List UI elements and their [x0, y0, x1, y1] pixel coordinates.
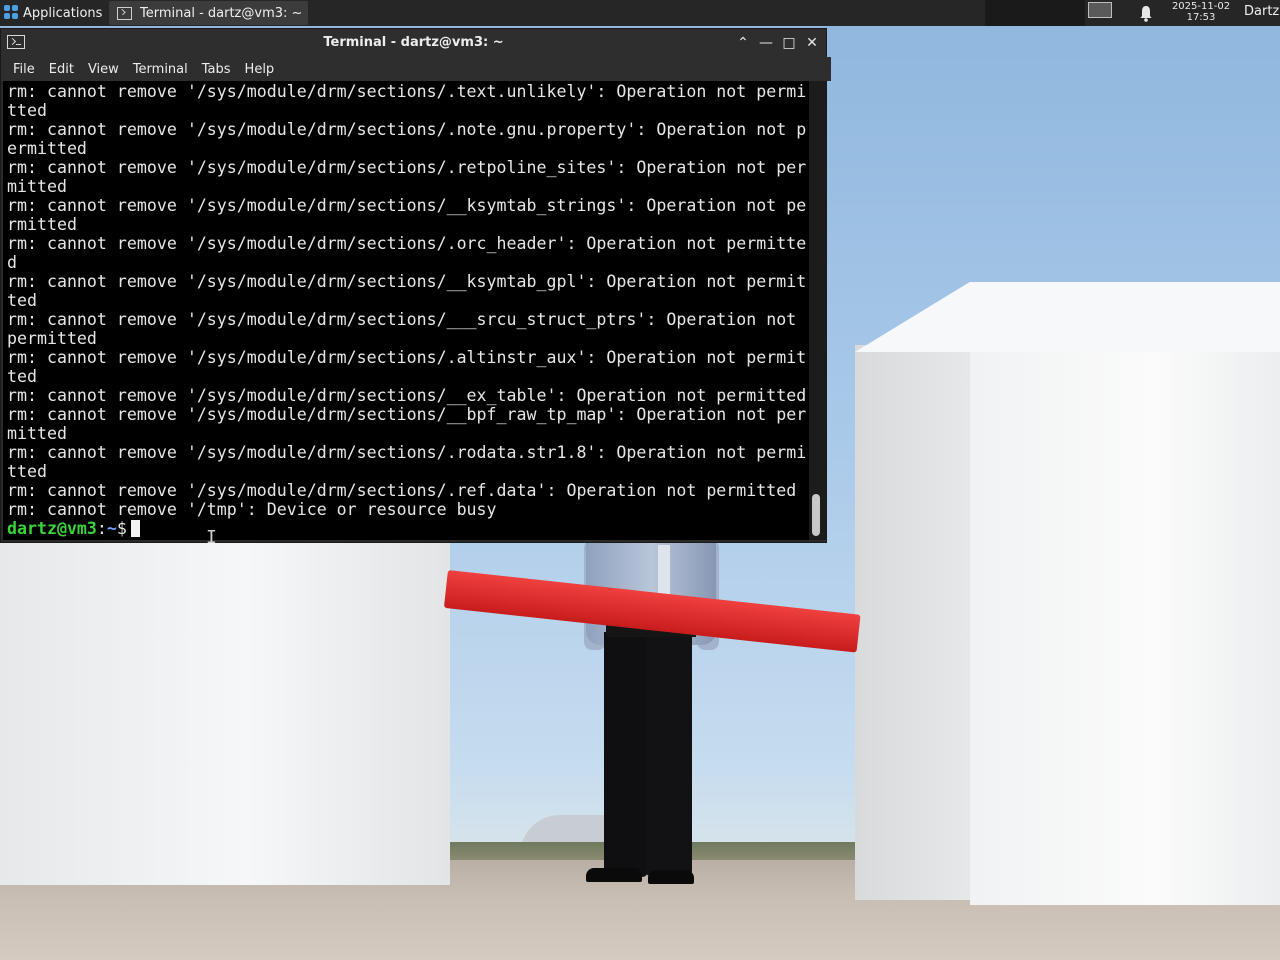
taskbar-terminal-button[interactable]: Terminal - dartz@vm3: ~ — [109, 1, 308, 25]
terminal-output-area[interactable]: rm: cannot remove '/sys/module/drm/secti… — [3, 81, 809, 540]
terminal-line: rm: cannot remove '/sys/module/drm/secti… — [7, 386, 807, 405]
mouse-ibeam-cursor-icon: I — [206, 529, 217, 547]
terminal-line: mitted — [7, 177, 67, 196]
notification-bell-icon[interactable] — [1138, 3, 1154, 23]
applications-label: Applications — [23, 5, 103, 21]
terminal-icon — [117, 6, 132, 20]
taskbar-terminal-label: Terminal - dartz@vm3: ~ — [140, 5, 303, 21]
minimize-button[interactable]: — — [756, 33, 776, 53]
panel-empty-area — [985, 0, 1085, 26]
menu-tabs[interactable]: Tabs — [195, 62, 238, 77]
workspace-switcher[interactable] — [1088, 2, 1112, 18]
window-titlebar[interactable]: Terminal - dartz@vm3: ~ ⌃ — □ ✕ — [1, 29, 826, 57]
wallpaper-man-leg-right — [646, 632, 692, 877]
menu-edit[interactable]: Edit — [42, 62, 81, 77]
terminal-line: tted — [7, 462, 47, 481]
terminal-window[interactable]: Terminal - dartz@vm3: ~ ⌃ — □ ✕ File Edi… — [0, 28, 831, 547]
terminal-line: rm: cannot remove '/sys/module/drm/secti… — [7, 310, 797, 329]
clock-time: 17:53 — [1186, 12, 1216, 23]
top-panel: Applications ⋮ Terminal - dartz@vm3: ~ 2… — [0, 0, 1280, 26]
wallpaper-right-block-side — [855, 345, 975, 900]
terminal-line: rm: cannot remove '/sys/module/drm/secti… — [7, 158, 807, 177]
menu-help[interactable]: Help — [238, 62, 282, 77]
prompt-separator: : — [96, 519, 107, 538]
terminal-line: rm: cannot remove '/sys/module/drm/secti… — [7, 234, 807, 253]
terminal-line: ted — [7, 291, 37, 310]
wallpaper-man-leg-left — [604, 632, 648, 877]
terminal-line: rm: cannot remove '/sys/module/drm/secti… — [7, 82, 807, 101]
roll-up-button[interactable]: ⌃ — [733, 33, 753, 53]
wallpaper-right-block-front — [970, 285, 1280, 905]
text-cursor — [130, 520, 140, 537]
terminal-line: rm: cannot remove '/sys/module/drm/secti… — [7, 443, 807, 462]
terminal-line: rm: cannot remove '/sys/module/drm/secti… — [7, 196, 807, 215]
terminal-line: rm: cannot remove '/tmp': Device or reso… — [7, 500, 497, 519]
menu-terminal[interactable]: Terminal — [126, 62, 195, 77]
applications-menu-button[interactable]: Applications ⋮ — [0, 0, 121, 26]
close-button[interactable]: ✕ — [802, 33, 822, 53]
terminal-line: rmitted — [7, 215, 77, 234]
maximize-button[interactable]: □ — [779, 33, 799, 53]
terminal-line: permitted — [7, 329, 97, 348]
terminal-line: mitted — [7, 424, 67, 443]
terminal-line: rm: cannot remove '/sys/module/drm/secti… — [7, 405, 807, 424]
applications-icon — [4, 5, 20, 21]
menu-view[interactable]: View — [81, 62, 126, 77]
prompt-symbol: $ — [116, 519, 127, 538]
terminal-line: ted — [7, 367, 37, 386]
panel-clock[interactable]: 2025-11-02 17:53 — [1166, 1, 1236, 23]
terminal-line: rm: cannot remove '/sys/module/drm/secti… — [7, 272, 807, 291]
window-title: Terminal - dartz@vm3: ~ — [323, 35, 504, 50]
terminal-line: rm: cannot remove '/sys/module/drm/secti… — [7, 120, 807, 139]
terminal-scrollbar[interactable] — [809, 81, 826, 540]
menu-file[interactable]: File — [6, 62, 42, 77]
wallpaper-man-shoe-left — [586, 868, 642, 882]
user-menu[interactable]: Dartz — [1244, 4, 1279, 19]
prompt-path: ~ — [106, 519, 117, 538]
terminal-line: d — [7, 253, 17, 272]
terminal-line: rm: cannot remove '/sys/module/drm/secti… — [7, 348, 807, 367]
wallpaper-man-shoe-right — [648, 870, 694, 884]
terminal-line: tted — [7, 101, 47, 120]
scrollbar-thumb[interactable] — [812, 494, 820, 536]
terminal-output: rm: cannot remove '/sys/module/drm/secti… — [7, 82, 806, 538]
terminal-line: ermitted — [7, 139, 87, 158]
clock-date: 2025-11-02 — [1171, 1, 1231, 12]
terminal-menubar: File Edit View Terminal Tabs Help — [1, 57, 831, 81]
terminal-line: rm: cannot remove '/sys/module/drm/secti… — [7, 481, 797, 500]
prompt-user-host: dartz@vm3 — [7, 519, 97, 538]
wallpaper-left-block — [0, 540, 450, 885]
